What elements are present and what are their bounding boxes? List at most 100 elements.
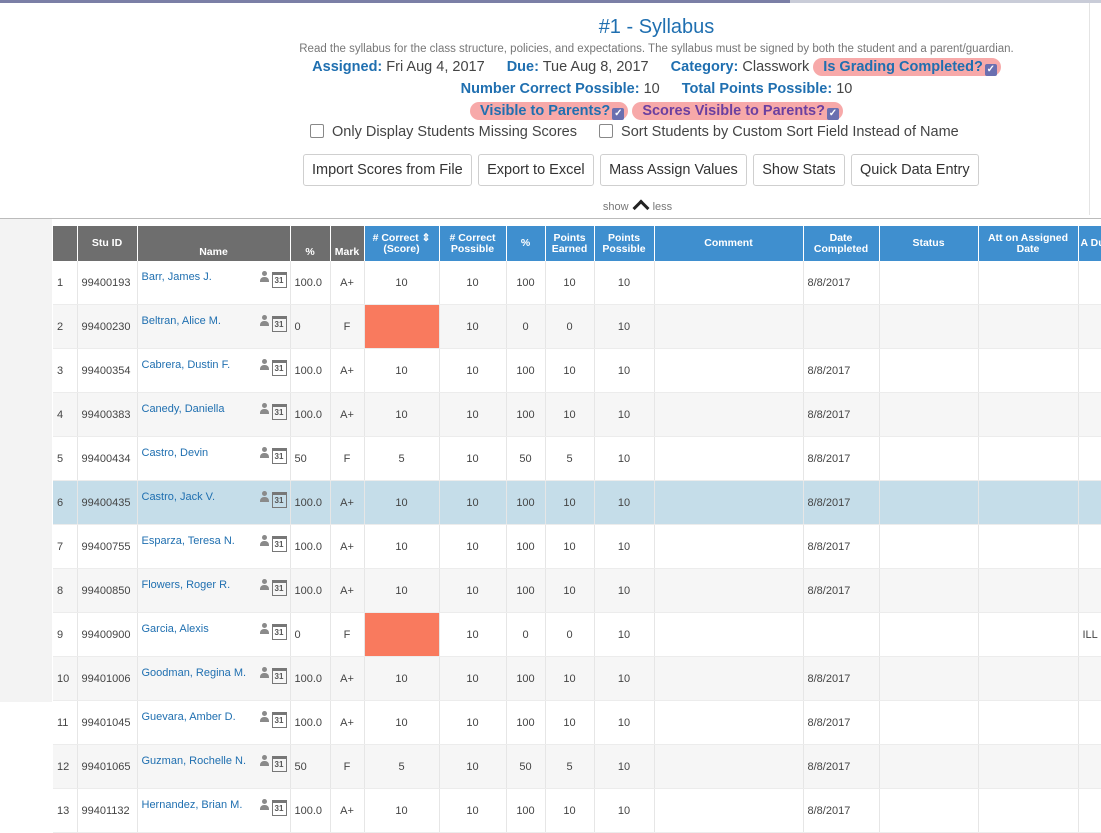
visible-to-parents-checkbox[interactable]: ✓	[612, 108, 625, 120]
comment-header[interactable]: Comment	[654, 226, 804, 261]
score-input[interactable]: 10	[364, 261, 440, 305]
correct-score-header[interactable]: # Correct ⇕ (Score)	[364, 226, 440, 261]
score-input[interactable]: 10	[364, 392, 440, 437]
calendar-icon[interactable]: 31	[271, 316, 287, 332]
status-cell[interactable]	[879, 568, 979, 613]
student-name-link[interactable]: Castro, Jack V.	[142, 491, 216, 503]
status-cell[interactable]	[879, 612, 979, 657]
comment-cell[interactable]	[654, 348, 804, 393]
status-cell[interactable]	[879, 392, 979, 437]
student-profile-icon[interactable]	[259, 711, 269, 722]
missing-scores-option[interactable]: Only Display Students Missing Scores	[310, 124, 577, 140]
date-completed-cell[interactable]: 8/8/2017	[803, 524, 880, 569]
score-input[interactable]: 5	[364, 436, 440, 481]
comment-cell[interactable]	[654, 524, 804, 569]
student-profile-icon[interactable]	[259, 315, 269, 326]
student-name-link[interactable]: Garcia, Alexis	[142, 623, 209, 635]
calendar-icon[interactable]: 31	[271, 448, 287, 464]
status-cell[interactable]	[879, 656, 979, 701]
mass-assign-button[interactable]: Mass Assign Values	[600, 154, 747, 186]
score-input[interactable]: 10	[364, 788, 440, 833]
name-header[interactable]: Name	[137, 226, 291, 261]
student-profile-icon[interactable]	[259, 447, 269, 458]
status-header[interactable]: Status	[879, 226, 979, 261]
date-completed-cell[interactable]: 8/8/2017	[803, 480, 880, 525]
points-possible-header[interactable]: Points Possible	[594, 226, 655, 261]
score-input[interactable]: 5	[364, 744, 440, 789]
custom-sort-option[interactable]: Sort Students by Custom Sort Field Inste…	[599, 124, 959, 140]
score-input[interactable]: 10	[364, 480, 440, 525]
date-completed-cell[interactable]	[803, 304, 880, 349]
date-completed-cell[interactable]: 8/8/2017	[803, 348, 880, 393]
calendar-icon[interactable]: 31	[271, 360, 287, 376]
date-completed-cell[interactable]: 8/8/2017	[803, 392, 880, 437]
scores-visible-toggle[interactable]: Scores Visible to Parents? ✓	[632, 102, 843, 120]
score-input[interactable]: 10	[364, 348, 440, 393]
calendar-icon[interactable]: 31	[271, 800, 287, 816]
date-completed-cell[interactable]: 8/8/2017	[803, 261, 880, 305]
calendar-icon[interactable]: 31	[271, 492, 287, 508]
points-earned-header[interactable]: Points Earned	[545, 226, 595, 261]
percent2-header[interactable]: %	[506, 226, 546, 261]
status-cell[interactable]	[879, 436, 979, 481]
score-input[interactable]	[364, 304, 440, 349]
show-less-toggle[interactable]: show less	[0, 199, 1101, 217]
comment-cell[interactable]	[654, 568, 804, 613]
status-cell[interactable]	[879, 304, 979, 349]
scores-visible-checkbox[interactable]: ✓	[826, 108, 839, 120]
grading-completed-checkbox[interactable]: ✓	[984, 64, 997, 76]
comment-cell[interactable]	[654, 744, 804, 789]
att-assigned-header[interactable]: Att on Assigned Date	[978, 226, 1079, 261]
status-cell[interactable]	[879, 480, 979, 525]
calendar-icon[interactable]: 31	[271, 624, 287, 640]
calendar-icon[interactable]: 31	[271, 756, 287, 772]
comment-cell[interactable]	[654, 612, 804, 657]
grading-completed-toggle[interactable]: Is Grading Completed? ✓	[813, 58, 1001, 76]
visible-to-parents-toggle[interactable]: Visible to Parents? ✓	[470, 102, 629, 120]
comment-cell[interactable]	[654, 436, 804, 481]
student-profile-icon[interactable]	[259, 535, 269, 546]
quick-data-entry-button[interactable]: Quick Data Entry	[851, 154, 979, 186]
comment-cell[interactable]	[654, 656, 804, 701]
date-completed-cell[interactable]	[803, 612, 880, 657]
date-completed-cell[interactable]: 8/8/2017	[803, 700, 880, 745]
status-cell[interactable]	[879, 700, 979, 745]
export-excel-button[interactable]: Export to Excel	[478, 154, 594, 186]
calendar-icon[interactable]: 31	[271, 536, 287, 552]
student-profile-icon[interactable]	[259, 271, 269, 282]
date-completed-header[interactable]: Date Completed	[803, 226, 880, 261]
status-cell[interactable]	[879, 261, 979, 305]
percent-header[interactable]: %	[290, 226, 331, 261]
student-profile-icon[interactable]	[259, 755, 269, 766]
custom-sort-checkbox[interactable]	[599, 124, 614, 138]
extra-header[interactable]: A Du	[1078, 226, 1101, 261]
student-profile-icon[interactable]	[259, 579, 269, 590]
status-cell[interactable]	[879, 348, 979, 393]
student-name-link[interactable]: Castro, Devin	[142, 447, 209, 459]
student-name-link[interactable]: Cabrera, Dustin F.	[142, 359, 231, 371]
score-input[interactable]: 10	[364, 524, 440, 569]
calendar-icon[interactable]: 31	[271, 668, 287, 684]
student-profile-icon[interactable]	[259, 403, 269, 414]
date-completed-cell[interactable]: 8/8/2017	[803, 656, 880, 701]
status-cell[interactable]	[879, 788, 979, 833]
student-name-link[interactable]: Barr, James J.	[142, 271, 212, 283]
student-profile-icon[interactable]	[259, 623, 269, 634]
date-completed-cell[interactable]: 8/8/2017	[803, 436, 880, 481]
student-name-link[interactable]: Esparza, Teresa N.	[142, 535, 235, 547]
score-input[interactable]	[364, 612, 440, 657]
calendar-icon[interactable]: 31	[271, 712, 287, 728]
student-profile-icon[interactable]	[259, 667, 269, 678]
student-name-link[interactable]: Flowers, Roger R.	[142, 579, 231, 591]
student-profile-icon[interactable]	[259, 491, 269, 502]
comment-cell[interactable]	[654, 304, 804, 349]
status-cell[interactable]	[879, 524, 979, 569]
import-scores-button[interactable]: Import Scores from File	[303, 154, 472, 186]
comment-cell[interactable]	[654, 788, 804, 833]
stu-id-header[interactable]: Stu ID	[77, 226, 138, 261]
status-cell[interactable]	[879, 744, 979, 789]
show-stats-button[interactable]: Show Stats	[753, 154, 845, 186]
calendar-icon[interactable]: 31	[271, 580, 287, 596]
comment-cell[interactable]	[654, 261, 804, 305]
student-name-link[interactable]: Guevara, Amber D.	[142, 711, 236, 723]
